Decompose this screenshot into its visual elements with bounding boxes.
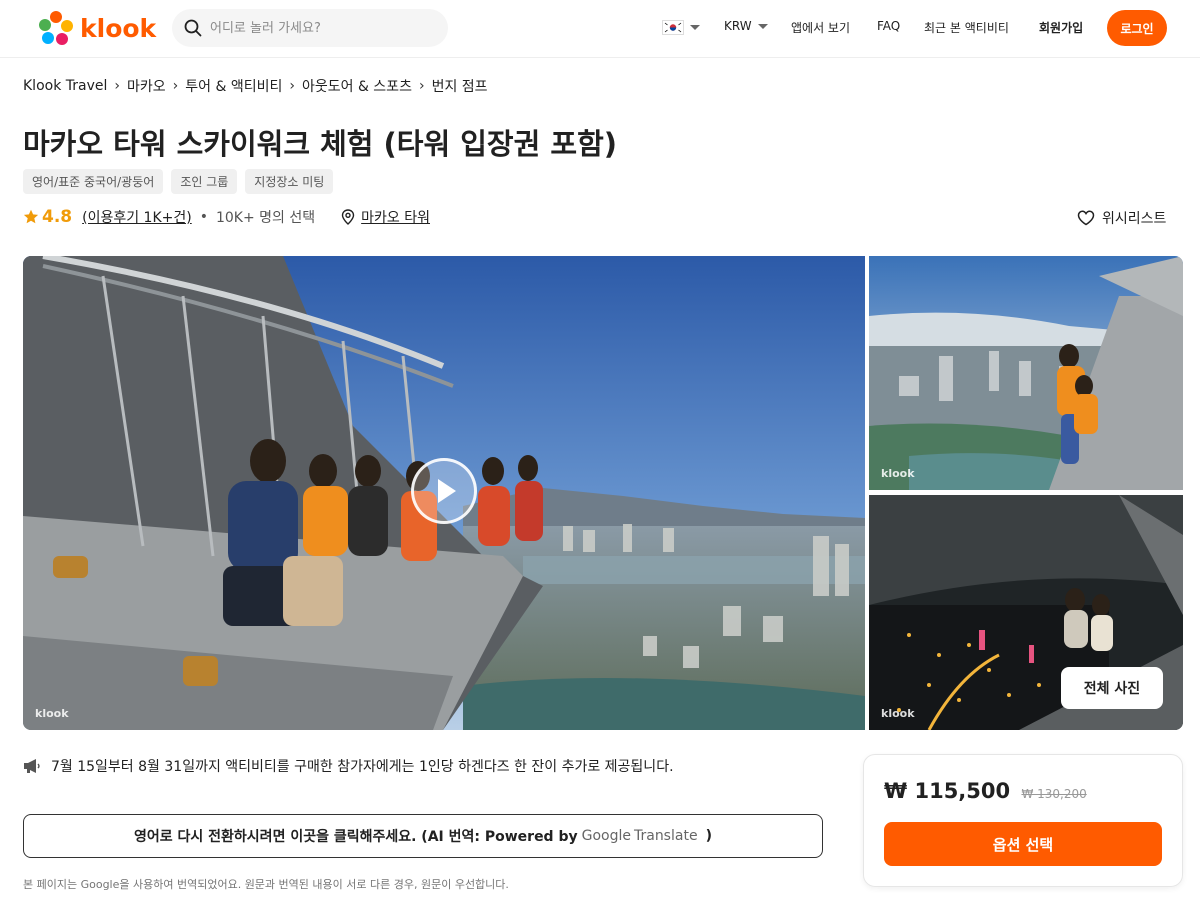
switch-to-english-button[interactable]: 영어로 다시 전환하시려면 이곳을 클릭해주세요. (AI 번역: Powere… <box>23 814 823 858</box>
klook-logo-icon <box>39 11 73 45</box>
klook-watermark: klook <box>35 707 69 720</box>
current-price: ₩ 115,500 <box>884 779 1011 803</box>
star-icon <box>23 209 39 224</box>
breadcrumb-item[interactable]: 마카오 <box>127 76 166 96</box>
breadcrumb: Klook Travel › 마카오 › 투어 & 액티비티 › 아웃도어 & … <box>23 76 488 96</box>
location-pin-icon <box>341 209 355 225</box>
select-options-button[interactable]: 옵션 선택 <box>884 822 1162 866</box>
photo-thumbnail-day[interactable]: klook <box>869 256 1183 490</box>
klook-watermark: klook <box>881 707 915 720</box>
chevron-right-icon: › <box>114 78 120 94</box>
breadcrumb-item[interactable]: Klook Travel <box>23 78 107 94</box>
activity-meta: 4.8 (이용후기 1K+건) • 10K+ 명의 선택 마카오 타워 <box>23 207 430 227</box>
reviews-link[interactable]: (이용후기 1K+건) <box>82 207 192 227</box>
chevron-down-icon <box>690 25 700 30</box>
original-price: ₩ 130,200 <box>1021 787 1087 801</box>
chevron-right-icon: › <box>418 78 425 94</box>
search-input[interactable] <box>210 20 430 36</box>
chevron-right-icon: › <box>172 78 179 94</box>
translate-label: Translate <box>633 828 698 844</box>
language-selector[interactable] <box>662 20 700 35</box>
logo-text: klook <box>80 13 157 43</box>
wishlist-button[interactable]: 위시리스트 <box>1077 208 1166 228</box>
korea-flag-icon <box>662 20 684 35</box>
faq-link[interactable]: FAQ <box>877 19 900 33</box>
klook-logo[interactable]: klook <box>38 10 156 46</box>
chevron-right-icon: › <box>289 78 295 94</box>
klook-watermark: klook <box>881 467 915 480</box>
app-view-link[interactable]: 앱에서 보기 <box>791 19 850 36</box>
promo-text: 7월 15일부터 8월 31일까지 액티비티를 구매한 참가자에게는 1인당 하… <box>51 759 674 775</box>
tag-list: 영어/표준 중국어/광둥어 조인 그룹 지정장소 미팅 <box>23 169 334 194</box>
tag-language: 영어/표준 중국어/광둥어 <box>23 169 164 194</box>
city-day-photo <box>869 256 1183 490</box>
search-bar[interactable] <box>172 9 448 47</box>
google-logo: Google <box>581 828 631 844</box>
page-title: 마카오 타워 스카이워크 체험 (타워 입장권 포함) <box>23 127 618 161</box>
location-link[interactable]: 마카오 타워 <box>361 207 430 227</box>
megaphone-icon <box>24 759 40 773</box>
currency-selector[interactable]: KRW <box>724 19 768 33</box>
play-icon <box>438 479 456 503</box>
translate-text: 영어로 다시 전환하시려면 이곳을 클릭해주세요. (AI 번역: Powere… <box>134 829 578 845</box>
login-button[interactable]: 로그인 <box>1107 10 1167 46</box>
translation-footnote: 본 페이지는 Google을 사용하여 번역되었어요. 원문과 번역된 내용이 … <box>23 878 509 891</box>
search-icon <box>184 19 202 37</box>
wishlist-label: 위시리스트 <box>1102 211 1167 227</box>
chevron-down-icon <box>757 24 768 29</box>
close-paren: ) <box>705 828 712 844</box>
currency-label: KRW <box>724 19 752 33</box>
tag-group: 조인 그룹 <box>171 169 238 194</box>
main-photo[interactable]: klook <box>23 256 865 730</box>
booked-count: 10K+ 명의 선택 <box>215 210 316 226</box>
breadcrumb-item[interactable]: 투어 & 액티비티 <box>185 76 282 96</box>
top-header: klook KRW 앱에서 보기 FAQ 최근 본 액티비티 회원가입 로그인 <box>0 0 1200 58</box>
price-display: ₩ 115,500 ₩ 130,200 <box>884 779 1087 803</box>
rating-value: 4.8 <box>42 207 73 227</box>
play-video-button[interactable] <box>411 458 477 524</box>
price-card: ₩ 115,500 ₩ 130,200 옵션 선택 <box>863 754 1183 887</box>
heart-icon <box>1077 210 1095 226</box>
recent-activities-link[interactable]: 최근 본 액티비티 <box>924 19 1009 36</box>
breadcrumb-item[interactable]: 아웃도어 & 스포츠 <box>302 76 412 96</box>
breadcrumb-item[interactable]: 번지 점프 <box>432 76 488 96</box>
promo-notice: 7월 15일부터 8월 31일까지 액티비티를 구매한 참가자에게는 1인당 하… <box>23 756 674 776</box>
tag-meeting: 지정장소 미팅 <box>245 169 334 194</box>
signup-link[interactable]: 회원가입 <box>1039 19 1083 36</box>
separator-dot: • <box>199 209 208 225</box>
all-photos-button[interactable]: 전체 사진 <box>1061 667 1163 709</box>
